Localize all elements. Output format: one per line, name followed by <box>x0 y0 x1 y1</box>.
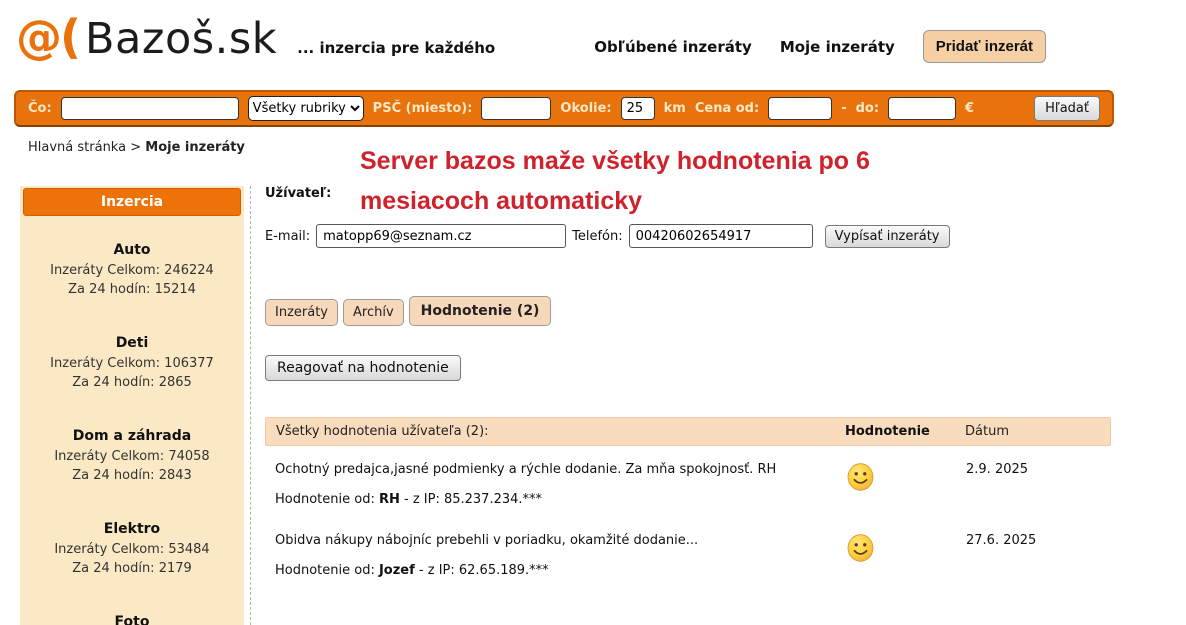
rating-row-texts: Obidva nákupy nábojníc prebehli v poriad… <box>275 533 846 578</box>
rating-from-ip: - z IP: 62.65.189.*** <box>415 563 549 578</box>
site-tagline: ... inzercia pre každého <box>297 39 495 57</box>
category-foto[interactable]: Foto <box>20 614 244 625</box>
rating-from-name: Jozef <box>379 563 415 578</box>
category-name[interactable]: Foto <box>20 614 244 625</box>
psc-label: PSČ (miesto): <box>373 101 473 116</box>
page: @( Bazoš.sk ... inzercia pre každého Obľ… <box>0 0 1186 625</box>
category-name[interactable]: Dom a záhrada <box>20 428 244 444</box>
smiley-happy-icon <box>846 462 966 507</box>
user-label: Užívateľ: <box>265 186 1111 201</box>
email-field[interactable] <box>316 224 566 248</box>
category-dom-a-zahrada[interactable]: Dom a záhrada Inzeráty Celkom: 74058 Za … <box>20 428 244 485</box>
category-total: Inzeráty Celkom: 53484 <box>20 540 244 559</box>
rating-date: 2.9. 2025 <box>966 462 1101 507</box>
tabs: Inzeráty Archív Hodnotenie (2) <box>265 296 551 326</box>
rating-text: Obidva nákupy nábojníc prebehli v poriad… <box>275 533 846 548</box>
list-ads-button[interactable]: Vypísať inzeráty <box>825 225 950 248</box>
category-last24: Za 24 hodín: 15214 <box>20 280 244 299</box>
rating-from-label: Hodnotenie od: <box>275 492 379 507</box>
rating-from-label: Hodnotenie od: <box>275 563 379 578</box>
category-total: Inzeráty Celkom: 246224 <box>20 261 244 280</box>
sidebar-title: Inzercia <box>23 188 241 216</box>
category-name[interactable]: Auto <box>20 242 244 258</box>
category-last24: Za 24 hodín: 2865 <box>20 373 244 392</box>
euro-label: € <box>965 101 974 116</box>
sidebar-inzercia: Inzercia Auto Inzeráty Celkom: 246224 Za… <box>20 186 244 625</box>
category-name[interactable]: Elektro <box>20 521 244 537</box>
category-auto[interactable]: Auto Inzeráty Celkom: 246224 Za 24 hodín… <box>20 242 244 299</box>
tab-hodnotenie[interactable]: Hodnotenie (2) <box>409 296 552 326</box>
rating-text: Ochotný predajca,jasné podmienky a rýchl… <box>275 462 846 477</box>
cena-dash: - <box>841 101 846 116</box>
search-what-label: Čo: <box>28 101 52 116</box>
breadcrumb-current: Moje inzeráty <box>145 140 245 155</box>
email-label: E-mail: <box>265 229 310 244</box>
rating-from-line: Hodnotenie od: Jozef - z IP: 62.65.189.*… <box>275 563 846 578</box>
nav-favourite-ads-link[interactable]: Obľúbené inzeráty <box>594 38 752 56</box>
category-name[interactable]: Deti <box>20 335 244 351</box>
rating-column-header: Hodnotenie <box>845 424 965 439</box>
psc-input[interactable] <box>481 97 551 120</box>
category-total: Inzeráty Celkom: 74058 <box>20 447 244 466</box>
phone-label: Telefón: <box>572 229 623 244</box>
category-select[interactable]: Všetky rubriky <box>248 96 364 121</box>
date-column-header: Dátum <box>965 424 1100 439</box>
category-deti[interactable]: Deti Inzeráty Celkom: 106377 Za 24 hodín… <box>20 335 244 392</box>
rating-date: 27.6. 2025 <box>966 533 1101 578</box>
breadcrumb: Hlavná stránka > Moje inzeráty <box>28 140 245 155</box>
header-logo: @( Bazoš.sk ... inzercia pre každého <box>16 10 495 64</box>
phone-field[interactable] <box>629 224 813 248</box>
ratings-title: Všetky hodnotenia užívateľa (2): <box>276 424 845 439</box>
ratings-header-row: Všetky hodnotenia užívateľa (2): Hodnote… <box>265 417 1111 446</box>
sidebar-divider <box>250 186 251 625</box>
ratings-table: Všetky hodnotenia užívateľa (2): Hodnote… <box>265 417 1111 588</box>
rating-from-name: RH <box>379 492 400 507</box>
cena-od-label: Cena od: <box>695 101 759 116</box>
smiley-happy-icon <box>846 533 966 578</box>
tab-archiv[interactable]: Archív <box>343 299 404 326</box>
rating-row: Obidva nákupy nábojníc prebehli v poriad… <box>265 517 1111 588</box>
header-nav: Obľúbené inzeráty Moje inzeráty Pridať i… <box>594 30 1046 63</box>
tab-inzeraty[interactable]: Inzeráty <box>265 299 338 326</box>
rating-row: Ochotný predajca,jasné podmienky a rýchl… <box>265 446 1111 517</box>
category-list: Auto Inzeráty Celkom: 246224 Za 24 hodín… <box>20 216 244 625</box>
km-label: km <box>664 101 686 116</box>
rating-row-texts: Ochotný predajca,jasné podmienky a rýchl… <box>275 462 846 507</box>
category-total: Inzeráty Celkom: 106377 <box>20 354 244 373</box>
search-button[interactable]: Hľadať <box>1034 96 1100 121</box>
breadcrumb-home-link[interactable]: Hlavná stránka <box>28 140 126 155</box>
respond-to-rating-button[interactable]: Reagovať na hodnotenie <box>265 355 461 381</box>
nav-my-ads-link[interactable]: Moje inzeráty <box>780 38 895 56</box>
deletion-notice: Server bazos maže všetky hodnotenia po 6… <box>360 141 960 221</box>
contact-row: E-mail: Telefón: Vypísať inzeráty <box>265 224 950 248</box>
okolie-label: Okolie: <box>560 101 611 116</box>
do-label: do: <box>856 101 879 116</box>
category-elektro[interactable]: Elektro Inzeráty Celkom: 53484 Za 24 hod… <box>20 521 244 578</box>
rating-from-ip: - z IP: 85.237.234.*** <box>400 492 542 507</box>
logo-at-icon: @( <box>16 10 79 64</box>
category-last24: Za 24 hodín: 2843 <box>20 466 244 485</box>
logo-text[interactable]: Bazoš.sk <box>85 14 277 64</box>
search-what-input[interactable] <box>61 97 239 120</box>
add-ad-button[interactable]: Pridať inzerát <box>923 30 1046 63</box>
breadcrumb-separator: > <box>130 140 141 155</box>
main-content: Užívateľ: E-mail: Telefón: Vypísať inzer… <box>265 186 1111 201</box>
rating-from-line: Hodnotenie od: RH - z IP: 85.237.234.*** <box>275 492 846 507</box>
okolie-input[interactable] <box>621 97 655 120</box>
category-last24: Za 24 hodín: 2179 <box>20 559 244 578</box>
cena-od-input[interactable] <box>768 97 832 120</box>
cena-do-input[interactable] <box>888 97 956 120</box>
search-bar: Čo: Všetky rubriky PSČ (miesto): Okolie:… <box>14 90 1114 127</box>
